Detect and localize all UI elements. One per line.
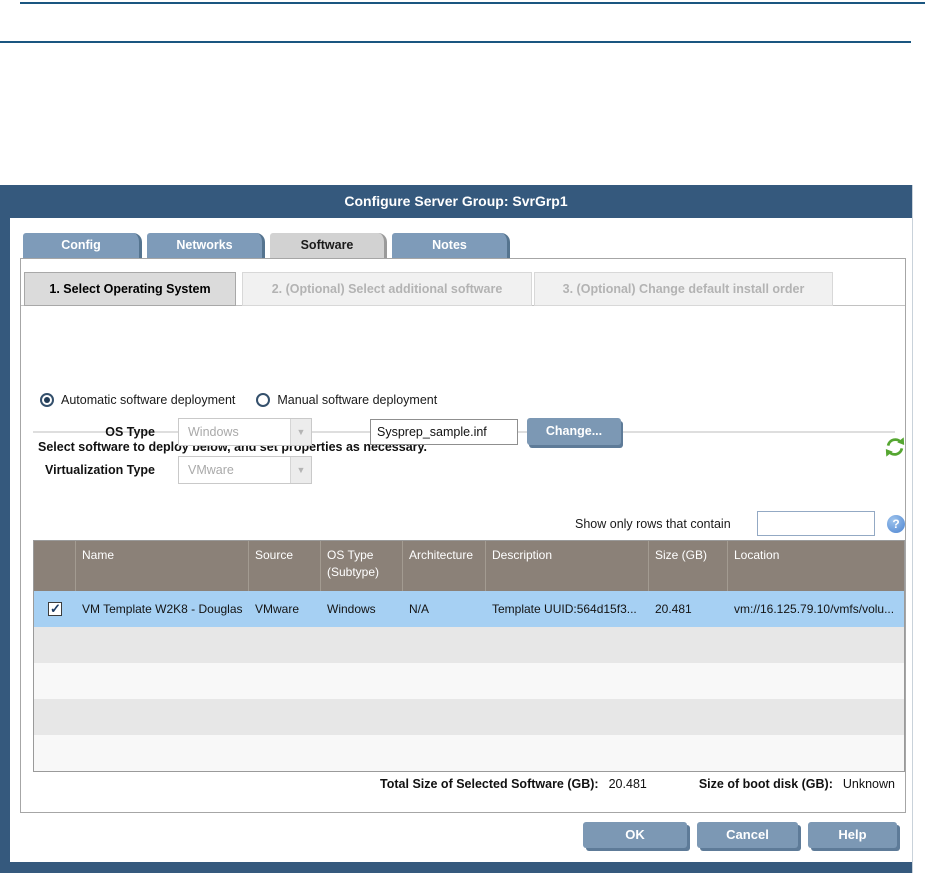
table-row[interactable]: ✓ VM Template W2K8 - Douglas VMware Wind… (34, 591, 904, 627)
subtab-install-order: 3. (Optional) Change default install ord… (534, 272, 833, 306)
tab-software[interactable]: Software (270, 233, 387, 258)
totals-row: Total Size of Selected Software (GB): 20… (21, 777, 905, 791)
cancel-button[interactable]: Cancel (697, 822, 798, 848)
empty-table-row (34, 663, 904, 699)
subtab-additional-software: 2. (Optional) Select additional software (242, 272, 532, 306)
cell-os-type: Windows (321, 602, 403, 616)
os-type-value: Windows (179, 419, 290, 445)
cell-location: vm://16.125.79.10/vmfs/volu... (728, 602, 906, 616)
cell-name: VM Template W2K8 - Douglas (76, 602, 249, 616)
os-type-dropdown: Windows ▼ (178, 418, 312, 446)
empty-table-row (34, 699, 904, 735)
software-table: Name Source OS Type (Subtype) Architectu… (33, 540, 905, 772)
virtualization-type-dropdown: VMware ▼ (178, 456, 312, 484)
help-button[interactable]: Help (808, 822, 897, 848)
header-location: Location (728, 541, 906, 591)
table-header: Name Source OS Type (Subtype) Architectu… (34, 541, 904, 591)
virtualization-type-value: VMware (179, 457, 290, 483)
boot-disk-value: Unknown (843, 777, 895, 791)
header-source: Source (249, 541, 321, 591)
manual-deployment-radio[interactable] (256, 393, 270, 407)
header-name: Name (76, 541, 249, 591)
tab-config[interactable]: Config (23, 233, 142, 258)
header-checkbox-column (34, 541, 76, 591)
cell-description: Template UUID:564d15f3... (486, 602, 649, 616)
screenshot-page: Configure Server Group: SvrGrp1 Config N… (0, 0, 925, 873)
header-size: Size (GB) (649, 541, 728, 591)
automatic-deployment-label: Automatic software deployment (61, 393, 235, 407)
software-panel: 1. Select Operating System 2. (Optional)… (20, 258, 906, 813)
header-os-type: OS Type (Subtype) (321, 541, 403, 591)
refresh-icon[interactable] (884, 436, 906, 458)
cell-source: VMware (249, 602, 321, 616)
os-type-label: OS Type (33, 418, 155, 446)
page-second-rule (0, 41, 911, 43)
radio-dot (44, 397, 50, 403)
header-description: Description (486, 541, 649, 591)
cell-size: 20.481 (649, 602, 728, 616)
automatic-deployment-radio[interactable] (40, 393, 54, 407)
subtab-select-os[interactable]: 1. Select Operating System (24, 272, 236, 306)
change-button[interactable]: Change... (527, 418, 621, 445)
tab-networks[interactable]: Networks (147, 233, 265, 258)
boot-disk-label: Size of boot disk (GB): (699, 777, 833, 791)
filter-label: Show only rows that contain (575, 511, 731, 537)
empty-table-row (34, 735, 904, 771)
ok-button[interactable]: OK (583, 822, 687, 848)
sysprep-file-field[interactable] (370, 419, 518, 445)
chevron-down-icon: ▼ (290, 419, 311, 445)
header-architecture: Architecture (403, 541, 486, 591)
virtualization-type-label: Virtualization Type (33, 456, 155, 484)
row-checkbox-cell: ✓ (34, 602, 76, 616)
cell-architecture: N/A (403, 602, 486, 616)
tab-notes[interactable]: Notes (392, 233, 510, 258)
total-size-value: 20.481 (609, 777, 647, 791)
empty-table-row (34, 627, 904, 663)
deployment-radio-group: Automatic software deployment Manual sof… (40, 393, 458, 407)
dialog-bottom-edge (0, 862, 912, 873)
chevron-down-icon: ▼ (290, 457, 311, 483)
row-checkbox[interactable]: ✓ (48, 602, 62, 616)
dialog-left-edge (0, 218, 10, 862)
dialog-title: Configure Server Group: SvrGrp1 (0, 185, 912, 218)
configure-server-group-dialog: Configure Server Group: SvrGrp1 Config N… (0, 185, 913, 873)
check-icon: ✓ (50, 602, 61, 616)
page-top-rule (20, 2, 925, 4)
manual-deployment-label: Manual software deployment (277, 393, 437, 407)
help-icon[interactable]: ? (887, 515, 905, 533)
total-size-label: Total Size of Selected Software (GB): (380, 777, 599, 791)
filter-input[interactable] (757, 511, 875, 536)
